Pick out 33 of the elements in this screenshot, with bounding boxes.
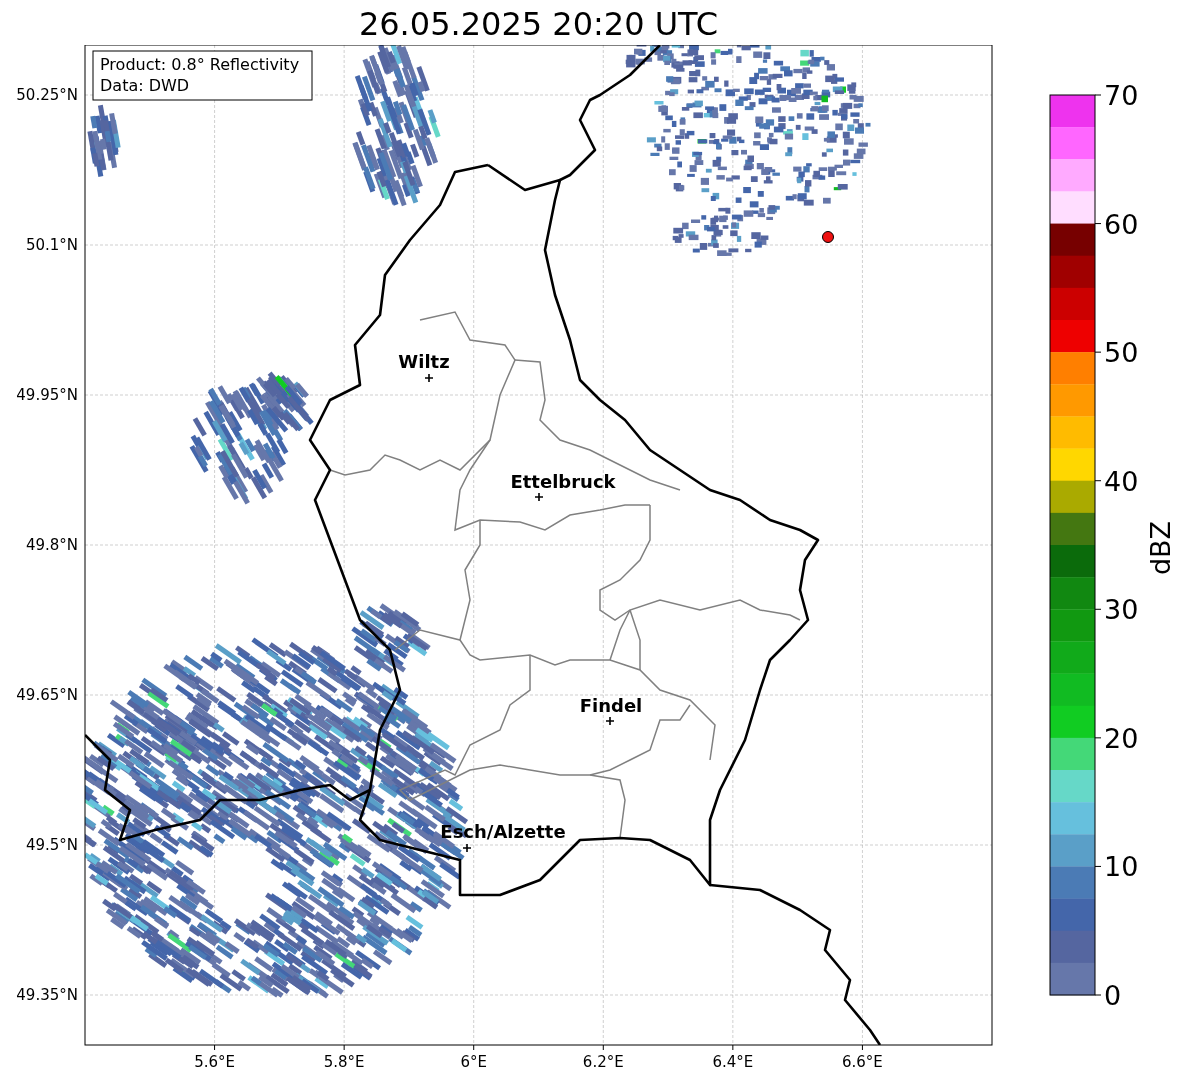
latitude-label: 49.95°N bbox=[16, 386, 78, 404]
colorbar-tick-label: 20 bbox=[1104, 722, 1139, 754]
colorbar-tick-label: 10 bbox=[1104, 851, 1139, 883]
colorbar-tick-label: 60 bbox=[1104, 208, 1139, 240]
info-text: Data: DWD bbox=[100, 76, 190, 95]
colorbar-tick-label: 50 bbox=[1104, 337, 1139, 369]
colorbar-tick-label: 30 bbox=[1104, 594, 1139, 626]
city-marker bbox=[534, 492, 544, 502]
plot-title: 26.05.2025 20:20 UTC bbox=[358, 4, 719, 45]
colorbar-tick-label: 40 bbox=[1104, 465, 1139, 497]
info-text: Product: 0.8° Reflectivity bbox=[100, 55, 300, 74]
longitude-label: 5.8°E bbox=[323, 1053, 365, 1071]
longitude-label: 6°E bbox=[460, 1053, 487, 1071]
latitude-label: 50.25°N bbox=[16, 86, 78, 104]
radar-site-marker bbox=[822, 231, 834, 243]
city-label: Findel bbox=[579, 695, 643, 716]
city-marker bbox=[605, 716, 615, 726]
colorbar-tick-label: 0 bbox=[1104, 980, 1122, 1011]
latitude-label: 50.1°N bbox=[25, 236, 78, 254]
latitude-label: 49.5°N bbox=[25, 836, 78, 854]
longitude-label: 5.6°E bbox=[194, 1053, 235, 1071]
colorbar-label: dBZ bbox=[1145, 520, 1176, 576]
city-marker bbox=[462, 843, 472, 853]
colorbar-tick-label: 70 bbox=[1104, 80, 1139, 111]
longitude-label: 6.2°E bbox=[582, 1053, 624, 1071]
city-marker bbox=[424, 373, 434, 383]
city-label: Wiltz bbox=[398, 351, 450, 372]
longitude-label: 6.4°E bbox=[712, 1053, 754, 1071]
latitude-label: 49.35°N bbox=[16, 986, 78, 1004]
latitude-label: 49.65°N bbox=[16, 686, 78, 704]
longitude-label: 6.6°E bbox=[842, 1053, 883, 1071]
city-label: Ettelbruck bbox=[510, 471, 616, 492]
latitude-label: 49.8°N bbox=[25, 536, 78, 554]
